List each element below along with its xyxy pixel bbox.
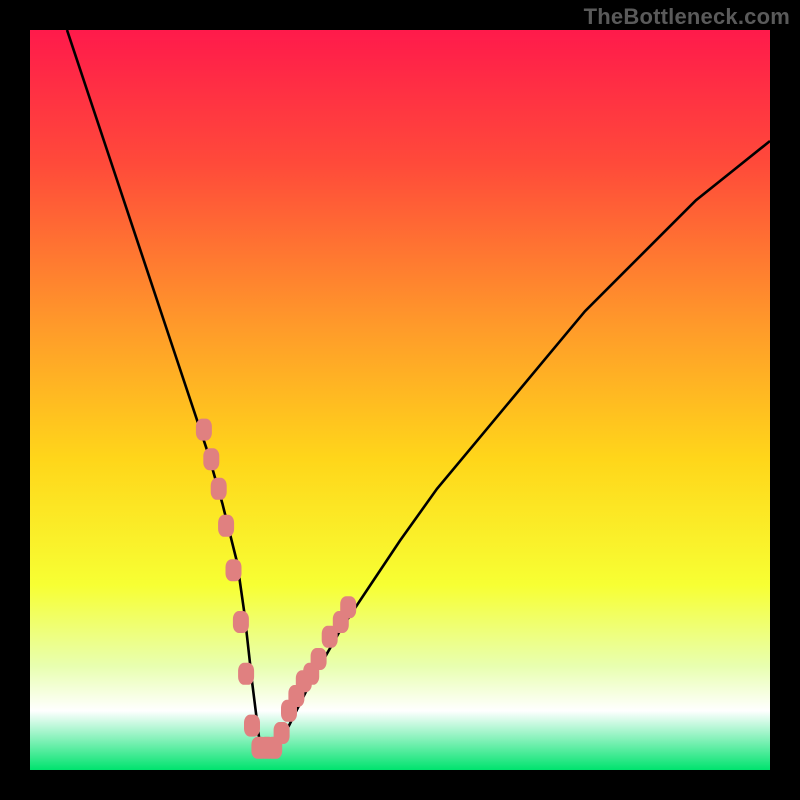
marker-point	[244, 715, 260, 737]
marker-point	[340, 596, 356, 618]
marker-point	[203, 448, 219, 470]
marker-point	[233, 611, 249, 633]
watermark-text: TheBottleneck.com	[584, 4, 790, 30]
gradient-background	[30, 30, 770, 770]
marker-point	[196, 419, 212, 441]
marker-point	[211, 478, 227, 500]
marker-point	[218, 515, 234, 537]
marker-point	[226, 559, 242, 581]
marker-point	[311, 648, 327, 670]
chart-svg	[30, 30, 770, 770]
plot-area	[30, 30, 770, 770]
marker-point	[274, 722, 290, 744]
chart-frame: TheBottleneck.com	[0, 0, 800, 800]
marker-point	[238, 663, 254, 685]
